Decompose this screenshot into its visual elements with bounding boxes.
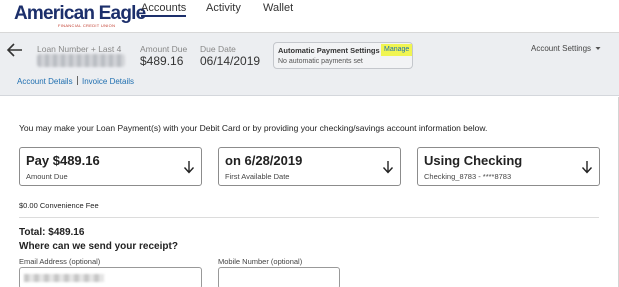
pay-amount-subtitle: Amount Due [26, 172, 68, 181]
email-value-redacted [24, 274, 104, 282]
account-settings-dropdown[interactable]: Account Settings [531, 44, 601, 53]
brand-name: American Eagle [14, 3, 146, 24]
brand-tagline: FINANCIAL CREDIT UNION [58, 23, 116, 28]
top-navigation: American Eagle FINANCIAL CREDIT UNION Ac… [0, 0, 619, 33]
arrow-down-icon [382, 161, 394, 174]
arrow-down-icon [581, 161, 593, 174]
pay-date-subtitle: First Available Date [225, 172, 290, 181]
email-field[interactable] [19, 267, 202, 287]
pay-method-title: Using Checking [424, 153, 523, 168]
nav-tab-accounts[interactable]: Accounts [141, 2, 187, 17]
loan-summary-bar: Loan Number + Last 4 Amount Due $489.16 … [0, 33, 619, 96]
pay-date-selector[interactable]: on 6/28/2019 First Available Date [218, 147, 401, 186]
arrow-down-icon [183, 161, 195, 174]
arrow-left-icon[interactable] [6, 41, 24, 59]
loan-number-redacted [37, 54, 125, 67]
autopay-title: Automatic Payment Settings [278, 46, 380, 55]
automatic-payment-settings-box: Automatic Payment Settings Manage No aut… [273, 42, 413, 69]
section-divider [19, 217, 599, 218]
amount-due-value: $489.16 [140, 54, 184, 68]
receipt-heading: Where can we send your receipt? [19, 241, 178, 252]
brand-logo[interactable]: American Eagle FINANCIAL CREDIT UNION [14, 3, 146, 28]
amount-due-label: Amount Due [140, 44, 188, 54]
nav-tab-activity[interactable]: Activity [206, 2, 241, 14]
pay-method-selector[interactable]: Using Checking Checking_8783 - ****8783 [417, 147, 600, 186]
account-settings-label: Account Settings [531, 44, 592, 53]
mobile-label: Mobile Number (optional) [218, 257, 303, 266]
nav-tab-wallet[interactable]: Wallet [263, 2, 293, 14]
mobile-number-field[interactable] [218, 267, 340, 287]
email-label: Email Address (optional) [19, 257, 101, 266]
due-date-label: Due Date [200, 44, 236, 54]
caret-down-icon [595, 47, 601, 51]
pay-date-title: on 6/28/2019 [225, 153, 303, 168]
payment-form: You may make your Loan Payment(s) with y… [0, 97, 619, 287]
pay-amount-selector[interactable]: Pay $489.16 Amount Due [19, 147, 202, 186]
loan-number-label: Loan Number + Last 4 [37, 44, 122, 54]
autopay-status: No automatic payments set [278, 58, 363, 65]
pay-method-subtitle: Checking_8783 - ****8783 [424, 172, 512, 181]
payment-total: Total: $489.16 [19, 227, 85, 238]
invoice-details-link[interactable]: Invoice Details [82, 77, 134, 86]
convenience-fee: $0.00 Convenience Fee [19, 201, 99, 210]
due-date-value: 06/14/2019 [200, 54, 261, 68]
account-details-link[interactable]: Account Details [17, 77, 73, 86]
subnav-separator [77, 76, 78, 85]
manage-autopay-link[interactable]: Manage [381, 44, 413, 56]
payment-instructions: You may make your Loan Payment(s) with y… [19, 123, 488, 133]
pay-amount-title: Pay $489.16 [26, 153, 100, 168]
